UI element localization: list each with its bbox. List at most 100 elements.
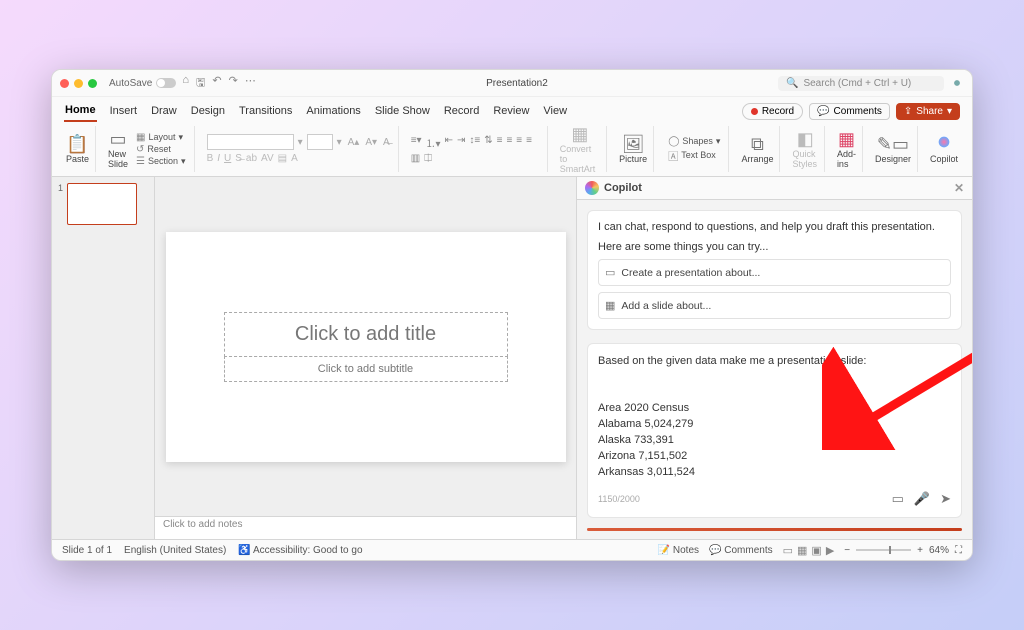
comments-toggle[interactable]: 💬 Comments	[709, 545, 773, 556]
sorter-view-icon[interactable]: ▦	[797, 544, 807, 557]
save-icon[interactable]: 🖫	[196, 74, 205, 93]
slide-thumbnail-1[interactable]	[67, 183, 137, 225]
zoom-in-icon[interactable]: +	[917, 545, 923, 556]
convert-smartart-button[interactable]: ▦Convert to SmartArt	[560, 125, 600, 174]
align-left-icon[interactable]: ≡	[497, 135, 503, 150]
indent-dec-icon[interactable]: ⇤	[445, 135, 453, 150]
text-direction-icon[interactable]: ⇅	[484, 135, 492, 150]
copilot-titlebar-icon[interactable]	[950, 76, 964, 90]
underline-icon[interactable]: U	[224, 153, 231, 164]
layout-button[interactable]: ▦Layout ▾	[134, 132, 188, 143]
char-count: 1150/2000	[598, 494, 640, 504]
picture-button[interactable]: 🖼Picture	[619, 135, 647, 164]
tab-draw[interactable]: Draw	[150, 102, 178, 121]
designer-button[interactable]: ✎▭Designer	[875, 135, 911, 164]
quick-styles-button[interactable]: ◧Quick Styles	[792, 130, 817, 169]
zoom-value: 64%	[929, 545, 949, 556]
suggestion-add-slide[interactable]: ▦Add a slide about...	[598, 292, 951, 319]
notes-pane[interactable]: Click to add notes	[155, 516, 576, 539]
tab-view[interactable]: View	[542, 102, 568, 121]
align-text-icon[interactable]: ⎅	[424, 153, 432, 164]
zoom-slider[interactable]	[856, 549, 911, 551]
autosave-label: AutoSave	[109, 78, 152, 89]
status-bar: Slide 1 of 1 English (United States) ♿ A…	[52, 539, 972, 560]
bold-icon[interactable]: B	[207, 153, 214, 164]
shadow-icon[interactable]: ab	[246, 153, 257, 164]
subtitle-placeholder[interactable]: Click to add subtitle	[224, 356, 508, 382]
reset-button[interactable]: ↺Reset	[134, 144, 188, 155]
spacing-icon[interactable]: AV	[261, 153, 274, 164]
tab-slide-show[interactable]: Slide Show	[374, 102, 431, 121]
align-center-icon[interactable]: ≡	[506, 135, 512, 150]
zoom-out-icon[interactable]: −	[844, 545, 850, 556]
language-status[interactable]: English (United States)	[124, 545, 226, 556]
increase-font-icon[interactable]: A▴	[346, 137, 362, 148]
copilot-ribbon-button[interactable]: Copilot	[930, 134, 958, 164]
line-spacing-icon[interactable]: ↕≡	[469, 135, 480, 150]
autosave-toggle[interactable]: AutoSave	[109, 78, 176, 89]
tab-review[interactable]: Review	[492, 102, 530, 121]
align-right-icon[interactable]: ≡	[516, 135, 522, 150]
suggestion-create-presentation[interactable]: ▭Create a presentation about...	[598, 259, 951, 286]
justify-icon[interactable]: ≡	[526, 135, 532, 150]
accessibility-status[interactable]: ♿ Accessibility: Good to go	[238, 545, 362, 556]
close-window-button[interactable]	[60, 79, 69, 88]
slide-thumbnail-panel: 1	[52, 177, 155, 539]
search-input[interactable]: Search (Cmd + Ctrl + U)	[778, 76, 944, 91]
font-size-select[interactable]	[307, 134, 333, 150]
notes-toggle[interactable]: 📝 Notes	[658, 545, 699, 556]
comments-button[interactable]: 💬 Comments	[809, 103, 890, 120]
group-addins: ▦Add-ins	[831, 126, 863, 172]
addins-button[interactable]: ▦Add-ins	[837, 130, 856, 169]
more-icon[interactable]: ⋯	[245, 74, 256, 93]
record-button[interactable]: Record	[742, 103, 803, 120]
decrease-font-icon[interactable]: A▾	[363, 137, 379, 148]
italic-icon[interactable]: I	[217, 153, 220, 164]
paste-button[interactable]: 📋Paste	[66, 135, 89, 164]
zoom-control[interactable]: − + 64% ⛶	[844, 545, 962, 556]
strike-icon[interactable]: S̶	[235, 153, 242, 164]
tab-transitions[interactable]: Transitions	[238, 102, 293, 121]
shapes-button[interactable]: ◯Shapes ▾	[666, 136, 722, 147]
tab-record[interactable]: Record	[443, 102, 480, 121]
redo-icon[interactable]: ↷	[229, 74, 238, 93]
close-panel-icon[interactable]: ✕	[954, 181, 964, 195]
slide-canvas[interactable]: Click to add title Click to add subtitle	[155, 177, 576, 516]
maximize-window-button[interactable]	[88, 79, 97, 88]
indent-inc-icon[interactable]: ⇥	[457, 135, 465, 150]
ribbon: 📋Paste ▭New Slide ▦Layout ▾ ↺Reset ☰Sect…	[52, 122, 972, 177]
undo-icon[interactable]: ↶	[212, 74, 221, 93]
section-button[interactable]: ☰Section ▾	[134, 156, 188, 167]
titlebar: AutoSave ⌂ 🖫 ↶ ↷ ⋯ Presentation2 Search …	[52, 70, 972, 97]
tab-design[interactable]: Design	[190, 102, 226, 121]
tab-animations[interactable]: Animations	[305, 102, 361, 121]
quick-access-toolbar: ⌂ 🖫 ↶ ↷ ⋯	[182, 74, 255, 93]
send-icon[interactable]: ➤	[940, 491, 951, 507]
tab-home[interactable]: Home	[64, 101, 97, 122]
mic-icon[interactable]: 🎤	[914, 491, 930, 507]
columns-icon[interactable]: ▥	[411, 153, 420, 164]
slideshow-view-icon[interactable]: ▶	[826, 544, 834, 557]
highlight-icon[interactable]: ▤	[278, 153, 287, 164]
clear-format-icon[interactable]: A̶	[381, 137, 392, 148]
bullets-icon[interactable]: ≡▾	[411, 135, 422, 150]
normal-view-icon[interactable]: ▭	[783, 544, 793, 557]
reading-view-icon[interactable]: ▣	[811, 544, 821, 557]
home-icon[interactable]: ⌂	[182, 74, 189, 93]
arrange-button[interactable]: ⧉Arrange	[741, 135, 773, 164]
attachment-icon[interactable]: ▭	[892, 491, 904, 507]
textbox-button[interactable]: 🄰Text Box	[666, 148, 722, 163]
copilot-accent-bar	[587, 528, 962, 531]
copilot-intro-text: I can chat, respond to questions, and he…	[598, 221, 951, 233]
font-color-icon[interactable]: A	[291, 153, 298, 164]
autosave-switch[interactable]	[156, 78, 176, 88]
fit-to-window-icon[interactable]: ⛶	[955, 545, 962, 556]
minimize-window-button[interactable]	[74, 79, 83, 88]
group-clipboard: 📋Paste	[60, 126, 96, 172]
tab-insert[interactable]: Insert	[109, 102, 139, 121]
numbering-icon[interactable]: ⒈▾	[426, 135, 441, 150]
share-button[interactable]: ⇪ Share ▾	[896, 103, 960, 120]
font-name-select[interactable]	[207, 134, 294, 150]
title-placeholder[interactable]: Click to add title	[224, 312, 508, 357]
new-slide-button[interactable]: ▭New Slide	[108, 130, 128, 169]
